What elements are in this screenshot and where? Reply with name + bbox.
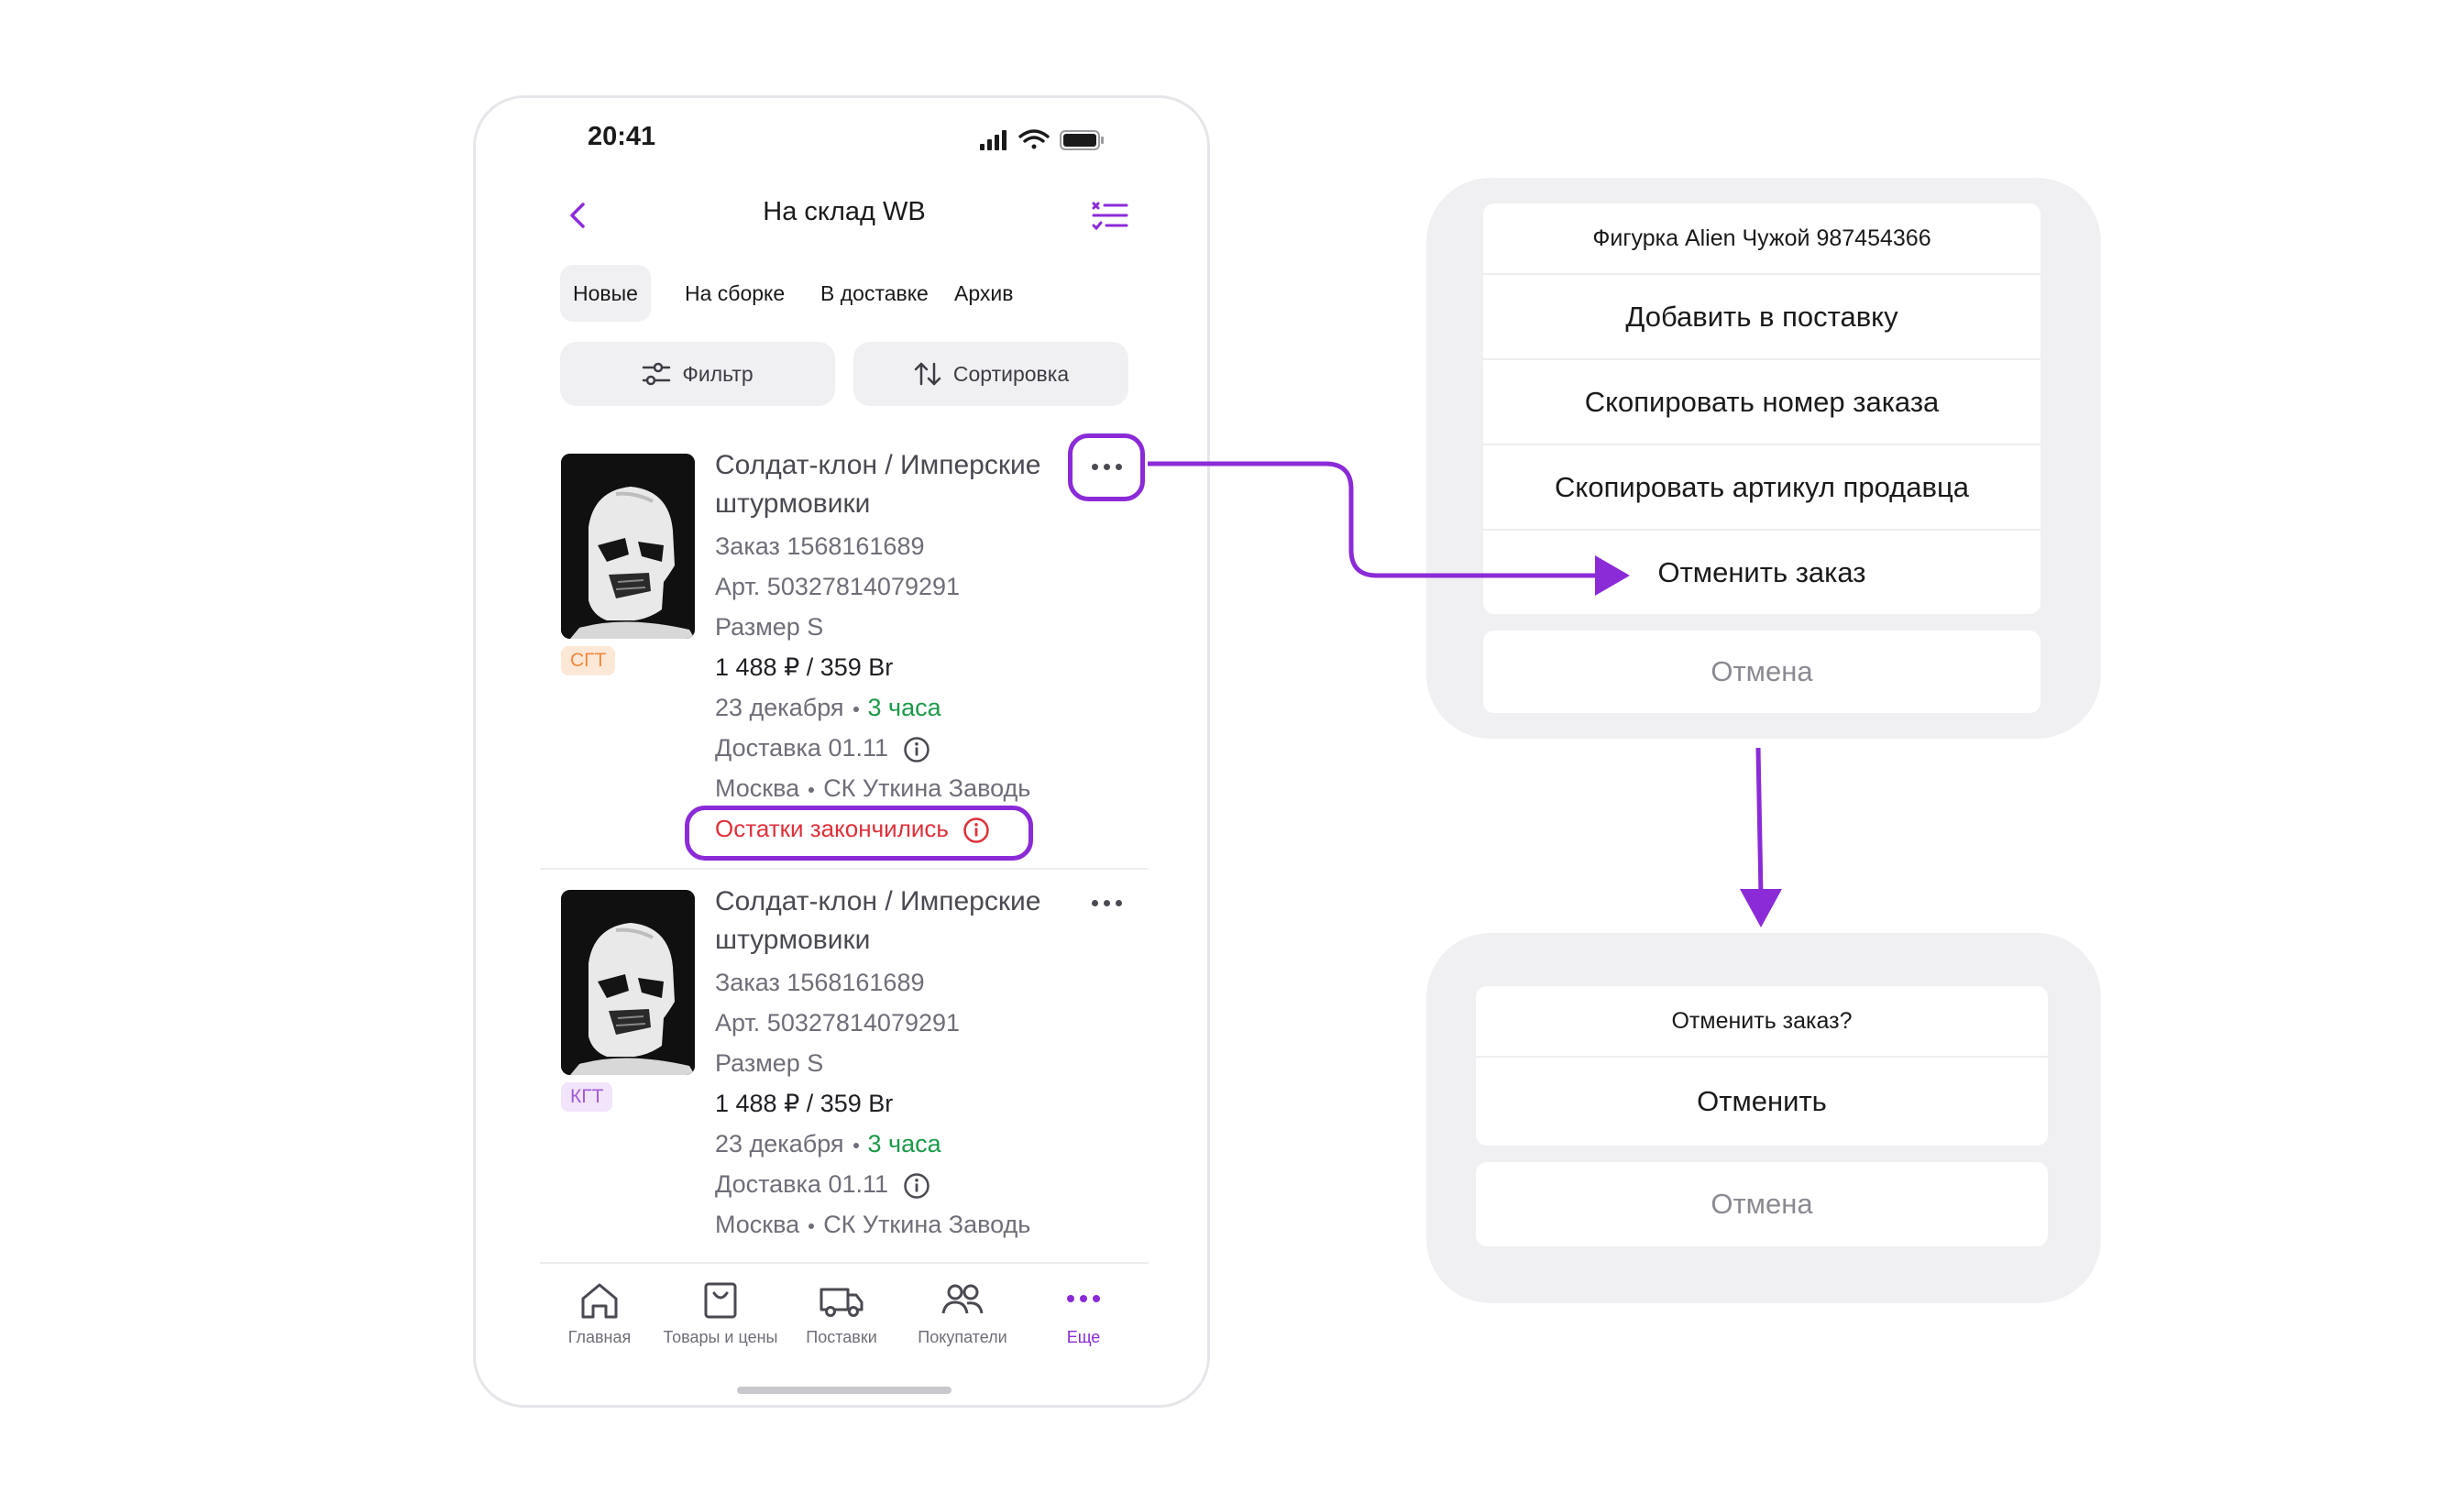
- arrowhead: [1595, 555, 1630, 596]
- arrowhead: [1740, 889, 1782, 927]
- flow-arrow-to-confirm: [1755, 747, 1764, 895]
- flow-arrow-to-cancel-order: [1148, 461, 1597, 578]
- flow-arrows: [1148, 461, 1782, 927]
